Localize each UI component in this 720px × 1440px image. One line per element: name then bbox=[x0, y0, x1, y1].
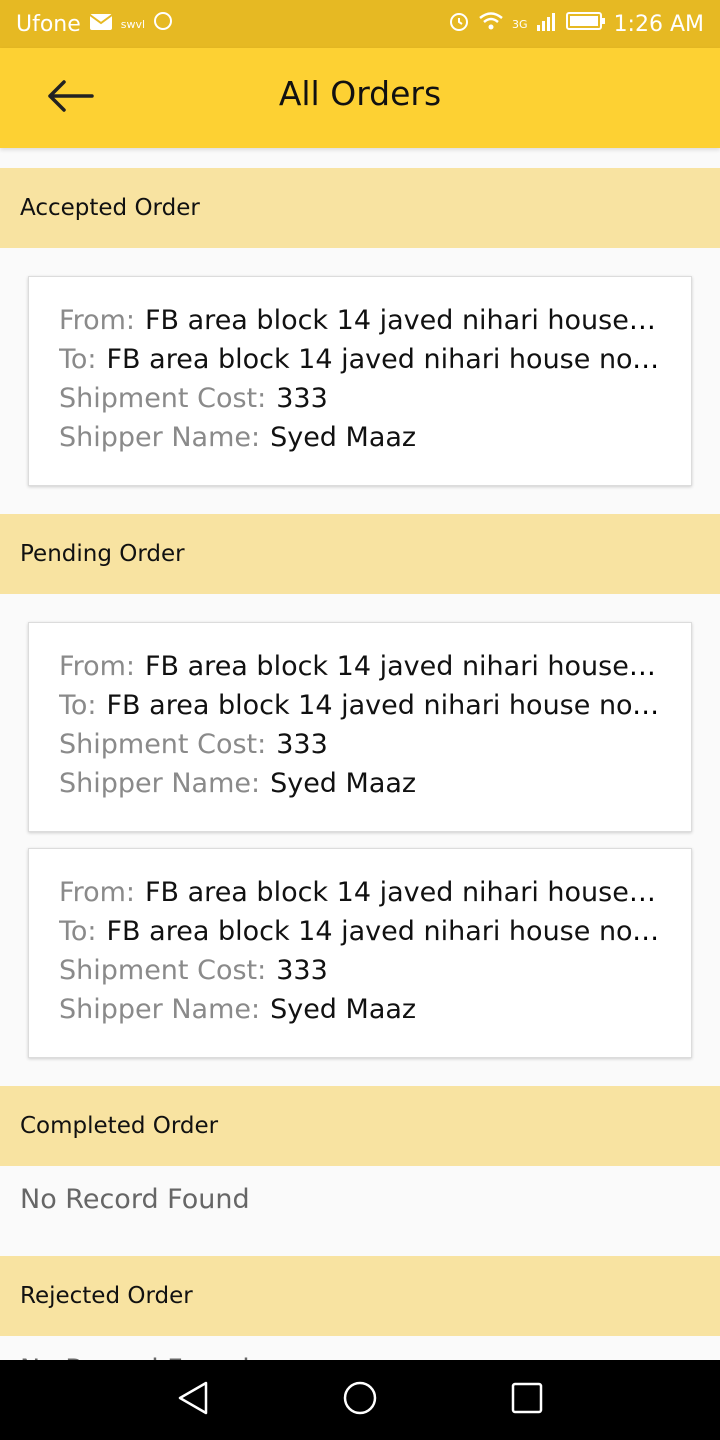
app-bar: All Orders bbox=[0, 48, 720, 148]
section-header-accepted: Accepted Order bbox=[0, 168, 720, 248]
clock-time: 1:26 AM bbox=[613, 11, 704, 37]
shipper-row: Shipper Name: Syed Maaz bbox=[59, 764, 661, 803]
to-row: To: FB area block 14 javed nihari house n… bbox=[59, 912, 661, 951]
order-card[interactable]: From: FB area block 14 javed nihari house… bbox=[28, 848, 692, 1058]
signal-icon bbox=[536, 11, 558, 37]
system-nav-bar bbox=[0, 1360, 720, 1440]
accepted-orders: From: FB area block 14 javed nihari house… bbox=[0, 248, 720, 514]
to-value: FB area block 14 javed nihari house no.2… bbox=[106, 916, 661, 947]
cost-row: Shipment Cost: 333 bbox=[59, 379, 661, 418]
shipper-label: Shipper Name: bbox=[59, 422, 261, 453]
battery-icon bbox=[565, 11, 606, 37]
nav-home-icon bbox=[342, 1380, 378, 1420]
order-card[interactable]: From: FB area block 14 javed nihari house… bbox=[28, 276, 692, 486]
section-header-rejected: Rejected Order bbox=[0, 1256, 720, 1336]
shipper-row: Shipper Name: Syed Maaz bbox=[59, 418, 661, 457]
shipper-label: Shipper Name: bbox=[59, 768, 261, 799]
nav-back-icon bbox=[176, 1380, 210, 1420]
to-value: FB area block 14 javed nihari house no.2… bbox=[106, 690, 661, 721]
empty-state-completed: No Record Found bbox=[0, 1166, 720, 1256]
nav-home-button[interactable] bbox=[330, 1370, 390, 1430]
shipper-value: Syed Maaz bbox=[270, 768, 417, 799]
from-value: FB area block 14 javed nihari house n... bbox=[145, 305, 661, 336]
to-label: To: bbox=[59, 344, 97, 375]
shipper-value: Syed Maaz bbox=[270, 422, 417, 453]
cost-row: Shipment Cost: 333 bbox=[59, 725, 661, 764]
from-row: From: FB area block 14 javed nihari house… bbox=[59, 647, 661, 686]
status-bar: Ufone swvl 3G 1:26 AM bbox=[0, 0, 720, 48]
cost-row: Shipment Cost: 333 bbox=[59, 951, 661, 990]
section-header-pending: Pending Order bbox=[0, 514, 720, 594]
from-label: From: bbox=[59, 651, 135, 682]
status-left: Ufone swvl bbox=[16, 11, 173, 37]
cost-value: 333 bbox=[276, 955, 328, 986]
carrier-label: Ufone bbox=[16, 11, 81, 37]
cost-label: Shipment Cost: bbox=[59, 729, 267, 760]
network-type-label: 3G bbox=[512, 17, 528, 31]
wifi-icon bbox=[478, 11, 504, 37]
mini-app-label: swvl bbox=[120, 17, 146, 31]
to-row: To: FB area block 14 javed nihari house n… bbox=[59, 340, 661, 379]
to-label: To: bbox=[59, 916, 97, 947]
cost-value: 333 bbox=[276, 383, 328, 414]
to-value: FB area block 14 javed nihari house no.2… bbox=[106, 344, 661, 375]
from-label: From: bbox=[59, 877, 135, 908]
shipper-label: Shipper Name: bbox=[59, 994, 261, 1025]
nav-recents-icon bbox=[511, 1382, 543, 1418]
to-row: To: FB area block 14 javed nihari house n… bbox=[59, 686, 661, 725]
cost-value: 333 bbox=[276, 729, 328, 760]
nav-recents-button[interactable] bbox=[497, 1370, 557, 1430]
cost-label: Shipment Cost: bbox=[59, 955, 267, 986]
section-header-completed: Completed Order bbox=[0, 1086, 720, 1166]
from-value: FB area block 14 javed nihari house n... bbox=[145, 877, 661, 908]
from-row: From: FB area block 14 javed nihari house… bbox=[59, 873, 661, 912]
mail-icon bbox=[89, 12, 113, 37]
nav-back-button[interactable] bbox=[163, 1370, 223, 1430]
page-title: All Orders bbox=[278, 74, 442, 113]
orders-list: Accepted Order From: FB area block 14 jav… bbox=[0, 168, 720, 1426]
from-value: FB area block 14 javed nihari house n... bbox=[145, 651, 661, 682]
alarm-icon bbox=[448, 10, 470, 38]
shipper-row: Shipper Name: Syed Maaz bbox=[59, 990, 661, 1029]
shipper-value: Syed Maaz bbox=[270, 994, 417, 1025]
pending-orders: From: FB area block 14 javed nihari house… bbox=[0, 594, 720, 1086]
order-card[interactable]: From: FB area block 14 javed nihari house… bbox=[28, 622, 692, 832]
whatsapp-icon bbox=[153, 11, 173, 37]
from-row: From: FB area block 14 javed nihari house… bbox=[59, 301, 661, 340]
cost-label: Shipment Cost: bbox=[59, 383, 267, 414]
from-label: From: bbox=[59, 305, 135, 336]
to-label: To: bbox=[59, 690, 97, 721]
status-right: 3G 1:26 AM bbox=[448, 10, 704, 38]
